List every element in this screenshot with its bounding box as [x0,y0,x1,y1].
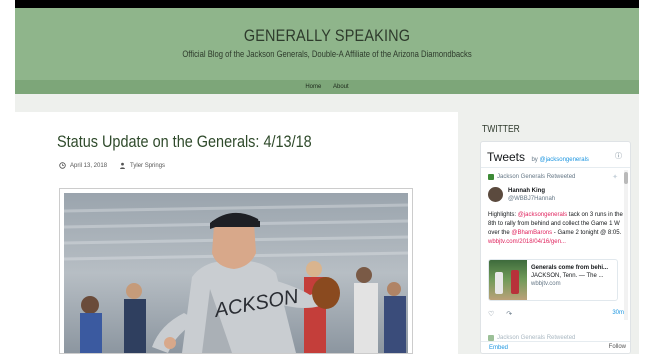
pitcher-photo: ACKSON [64,193,408,353]
clock-icon [59,162,66,169]
card-description: JACKSON, Tenn. — The ... [531,273,604,279]
site-header: GENERALLY SPEAKING Official Blog of the … [15,8,639,80]
embed-link[interactable]: Embed [489,345,508,351]
post-featured-image[interactable]: ACKSON [59,188,413,354]
twitter-bird-icon[interactable]: ✦ [612,173,618,181]
widget-scrollbar[interactable] [624,170,628,320]
tweet-url-link[interactable]: wbbjtv.com/2018/04/16/gen... [488,239,566,245]
sidebar-twitter-title: TWITTER [482,124,520,135]
tweet-author[interactable]: Hannah King @WBBJ7Hannah [488,187,555,203]
tweet-author-handle[interactable]: @WBBJ7Hannah [508,195,555,203]
widget-heading[interactable]: Tweets [487,150,525,164]
widget-footer: Embed Follow [481,341,630,353]
post-meta: April 13, 2018 Tyler Springs [59,162,165,169]
page: GENERALLY SPEAKING Official Blog of the … [0,0,651,354]
card-url: wbbjtv.com [531,281,561,287]
post-author[interactable]: Tyler Springs [130,163,165,169]
site-tagline: Official Blog of the Jackson Generals, D… [182,49,472,59]
left-margin [0,0,15,354]
main-nav: Home About [15,80,639,94]
widget-handle-link[interactable]: @jacksongenerals [539,157,588,163]
nav-item-about[interactable]: About [333,84,349,90]
like-icon[interactable]: ♡ [488,311,494,318]
retweeted-label: Jackson Generals Retweeted [488,174,575,180]
site-title[interactable]: GENERALLY SPEAKING [62,26,592,46]
user-icon [120,162,125,169]
tweet-author-name[interactable]: Hannah King [508,187,555,195]
post-content: Status Update on the Generals: 4/13/18 A… [15,112,458,354]
twitter-timeline-widget: Tweets by @jacksongenerals ⓘ Jackson Gen… [480,141,631,354]
info-icon[interactable]: ⓘ [615,151,622,161]
tweet-timestamp[interactable]: 30m [612,310,624,316]
avatar[interactable] [488,187,503,202]
card-thumbnail [489,260,527,300]
right-margin [639,0,651,354]
share-icon[interactable]: ↷ [506,311,512,318]
retweet-badge-icon [488,174,494,180]
tweet-mention-link[interactable]: @jacksongenerals [518,212,567,218]
tweet-actions: ♡ ↷ 30m [488,310,624,318]
tweet-text: Highlights: @jacksongenerals tack on 3 r… [488,212,623,245]
nav-item-home[interactable]: Home [305,84,321,90]
card-title: Generals come from behi... [531,265,609,271]
tweet-mention-link-2[interactable]: @BhamBarons [511,230,552,236]
tweet-link-card[interactable]: Generals come from behi... JACKSON, Tenn… [488,259,618,301]
window-top-edge [0,0,651,8]
widget-by: by @jacksongenerals [531,157,589,163]
follow-button[interactable]: Follow [609,344,626,350]
widget-header: Tweets by @jacksongenerals ⓘ [481,142,630,168]
post-date[interactable]: April 13, 2018 [70,163,107,169]
post-title[interactable]: Status Update on the Generals: 4/13/18 [57,132,312,152]
